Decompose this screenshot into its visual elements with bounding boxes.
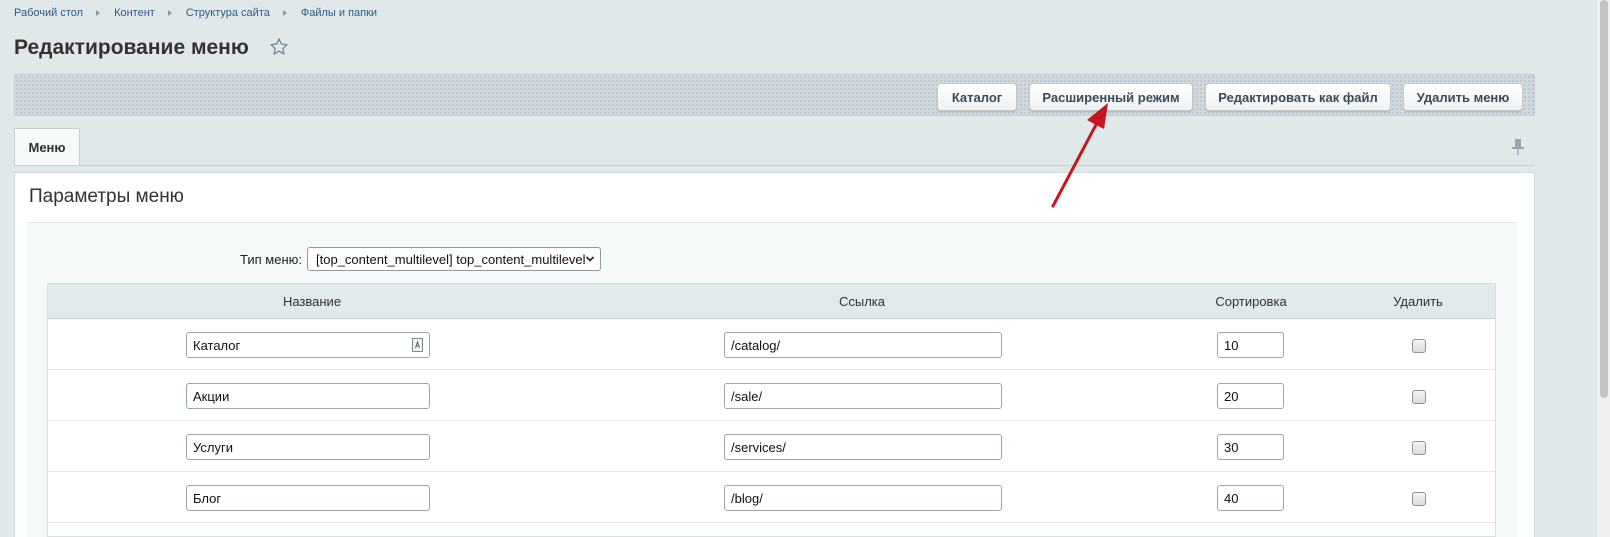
delete-checkbox[interactable] [1412,339,1426,353]
delete-menu-button[interactable]: Удалить меню [1403,83,1523,111]
sort-input[interactable]: 20 [1217,383,1284,409]
name-input[interactable]: Услуги [186,434,430,460]
menu-type-value: [top_content_multilevel] top_content_mul… [316,251,586,267]
delete-checkbox[interactable] [1412,492,1426,506]
tab-divider [14,165,1535,166]
pin-icon[interactable] [1511,138,1525,156]
advanced-mode-button[interactable]: Расширенный режим [1029,83,1193,111]
table-header: Название Ссылка Сортировка Удалить [48,284,1495,319]
link-input[interactable]: /blog/ [724,485,1002,511]
table-row: Каталог /catalog/ 10 [48,319,1495,370]
delete-checkbox[interactable] [1412,390,1426,404]
sort-input[interactable]: 30 [1217,434,1284,460]
menu-type-label: Тип меню: [240,252,302,267]
link-input[interactable]: /services/ [724,434,1002,460]
name-input[interactable]: Акции [186,383,430,409]
sort-input[interactable]: 10 [1217,332,1284,358]
sort-input[interactable]: 40 [1217,485,1284,511]
toolbar: Каталог Расширенный режим Редактировать … [14,74,1535,116]
column-header-name: Название [282,294,342,309]
lang-icon[interactable] [412,338,423,352]
breadcrumb-separator-icon [96,10,101,16]
breadcrumb: Рабочий стол Контент Структура сайта Фай… [14,6,377,20]
breadcrumb-site-structure[interactable]: Структура сайта [186,7,270,19]
section-title: Параметры меню [29,186,184,207]
scrollbar-thumb[interactable] [1600,0,1608,398]
chevron-down-icon [585,256,595,262]
table-row: Акции /sale/ 20 [48,370,1495,421]
star-icon[interactable] [268,36,290,58]
breadcrumb-desktop[interactable]: Рабочий стол [14,7,83,19]
breadcrumb-separator-icon [282,10,287,16]
link-input[interactable]: /sale/ [724,383,1002,409]
table-row: Услуги /services/ 30 [48,421,1495,472]
breadcrumb-content[interactable]: Контент [114,7,155,19]
tab-menu[interactable]: Меню [14,128,80,166]
table-row: Блог /blog/ 40 [48,472,1495,523]
breadcrumb-files-folders[interactable]: Файлы и папки [301,7,377,19]
catalog-button[interactable]: Каталог [937,83,1017,111]
edit-as-file-button[interactable]: Редактировать как файл [1205,83,1391,111]
column-header-link: Ссылка [838,294,886,309]
delete-checkbox[interactable] [1412,441,1426,455]
breadcrumb-separator-icon [167,10,172,16]
menu-items-table: Название Ссылка Сортировка Удалить Катал… [47,283,1496,537]
column-header-delete: Удалить [1393,294,1443,309]
page-title: Редактирование меню [14,36,249,59]
menu-type-select[interactable]: [top_content_multilevel] top_content_mul… [307,247,601,271]
link-input[interactable]: /catalog/ [724,332,1002,358]
column-header-sort: Сортировка [1215,294,1287,309]
name-value: Каталог [193,337,241,353]
name-input[interactable]: Блог [186,485,430,511]
name-input[interactable]: Каталог [186,332,430,358]
